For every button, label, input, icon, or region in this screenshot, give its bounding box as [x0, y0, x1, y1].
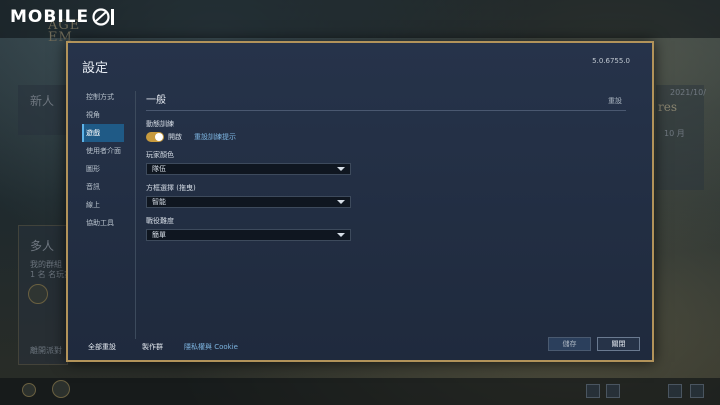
box-select-select[interactable]: 智能	[146, 196, 351, 208]
campaign-difficulty-field: 戰役難度 簡單	[146, 216, 626, 241]
toggle-knob	[155, 133, 163, 141]
privacy-cookie-link[interactable]: 隱私權與 Cookie	[184, 342, 238, 352]
save-button[interactable]: 儲存	[548, 337, 591, 351]
box-select-field: 方框選擇 (拖曳) 智能	[146, 183, 626, 208]
section-reset-button[interactable]: 重設	[608, 96, 622, 106]
version-label: 5.0.6755.0	[592, 57, 630, 65]
background-news-title: res	[658, 100, 677, 114]
nav-item-accessibility[interactable]: 協助工具	[82, 214, 126, 232]
background-multiplayer-title: 多人	[30, 239, 55, 253]
dialog-title: 設定	[82, 61, 109, 76]
tutorial-toggle[interactable]	[146, 132, 164, 142]
chevron-down-icon	[337, 167, 345, 171]
background-leave-party: 離開派對	[30, 346, 62, 355]
nav-item-camera[interactable]: 視角	[82, 106, 126, 124]
close-button[interactable]: 關閉	[597, 337, 640, 351]
player-color-field: 玩家顏色 隊伍	[146, 150, 626, 175]
background-news-sub: 10 月	[664, 129, 685, 138]
box-select-value: 智能	[152, 198, 166, 206]
settings-icon	[668, 384, 682, 398]
player-color-value: 隊伍	[152, 165, 166, 173]
box-select-label: 方框選擇 (拖曳)	[146, 184, 196, 192]
background-left-title: 新人	[30, 94, 55, 108]
nav-divider	[135, 91, 136, 339]
campaign-difficulty-value: 簡單	[152, 231, 166, 239]
tutorial-toggle-row: 開啟 重設訓練提示	[146, 132, 626, 142]
expand-icon	[586, 384, 600, 398]
plus-icon	[22, 383, 36, 397]
chevron-down-icon	[337, 200, 345, 204]
mobile01-logo-icon	[92, 8, 115, 26]
credits-button[interactable]: 製作群	[142, 342, 163, 352]
section-title: 一般	[146, 95, 166, 106]
dialog-footer: 全部重設 製作群 隱私權與 Cookie 儲存 關閉	[68, 337, 652, 361]
watermark-text: MOBILE	[10, 7, 90, 27]
chevron-down-icon	[337, 233, 345, 237]
nav-item-audio[interactable]: 音訊	[82, 178, 126, 196]
campaign-difficulty-select[interactable]: 簡單	[146, 229, 351, 241]
fullscreen-icon	[690, 384, 704, 398]
mobile01-watermark: MOBILE	[10, 6, 118, 28]
avatar	[28, 284, 48, 304]
section-divider	[146, 110, 626, 111]
player-color-select[interactable]: 隊伍	[146, 163, 351, 175]
nav-item-controls[interactable]: 控制方式	[82, 88, 126, 106]
nav-item-online[interactable]: 線上	[82, 196, 126, 214]
nav-item-graphics[interactable]: 圖形	[82, 160, 126, 178]
tutorial-field: 動態訓練 開啟 重設訓練提示	[146, 119, 626, 142]
campaign-difficulty-label: 戰役難度	[146, 217, 174, 225]
reset-all-button[interactable]: 全部重設	[88, 342, 116, 352]
nav-item-ui[interactable]: 使用者介面	[82, 142, 126, 160]
nav-item-game[interactable]: 遊戲	[82, 124, 124, 142]
settings-dialog: 設定 5.0.6755.0 控制方式 視角 遊戲 使用者介面 圖形 音訊 線上 …	[66, 41, 654, 362]
background-news-date: 2021/10/	[670, 88, 706, 97]
profile-icon	[52, 380, 70, 398]
tutorial-state-label: 開啟	[168, 133, 182, 141]
collapse-icon	[606, 384, 620, 398]
player-color-label: 玩家顏色	[146, 151, 174, 159]
tutorial-label: 動態訓練	[146, 120, 174, 128]
settings-nav: 控制方式 視角 遊戲 使用者介面 圖形 音訊 線上 協助工具	[82, 88, 126, 232]
settings-content: 一般 重設 動態訓練 開啟 重設訓練提示 玩家顏色 隊伍 方框選擇 (拖曳) 智	[146, 91, 626, 241]
reset-hints-link[interactable]: 重設訓練提示	[194, 132, 236, 142]
